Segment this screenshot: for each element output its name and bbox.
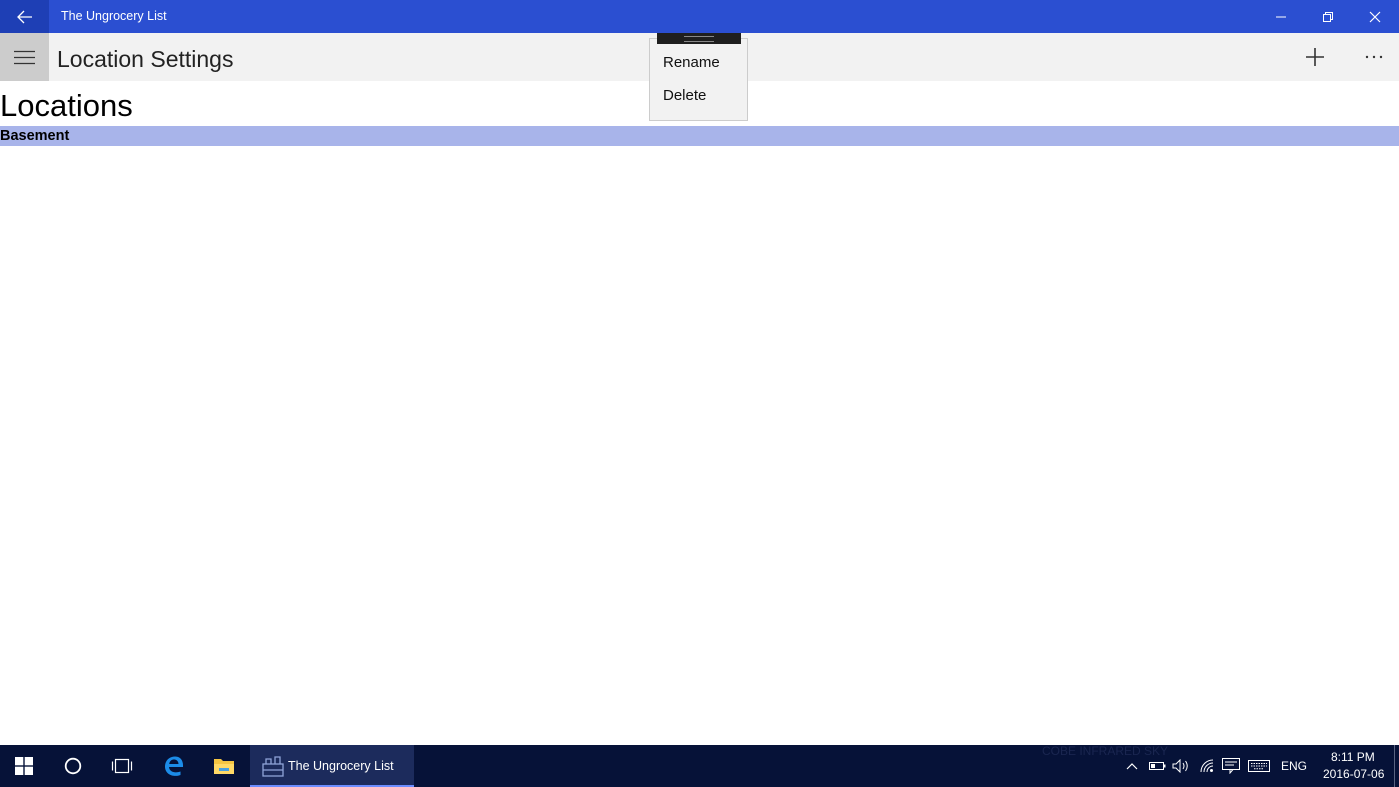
minimize-icon bbox=[1275, 16, 1286, 17]
context-menu-drag-handle[interactable] bbox=[657, 33, 741, 44]
volume-tray-button[interactable] bbox=[1172, 757, 1190, 775]
context-menu: Rename Delete bbox=[649, 38, 748, 121]
action-center-icon bbox=[1222, 758, 1240, 774]
add-button[interactable] bbox=[1291, 33, 1339, 81]
location-list-item[interactable]: Basement bbox=[0, 126, 1399, 146]
grip-icon bbox=[684, 36, 714, 42]
close-button[interactable] bbox=[1351, 0, 1398, 33]
taskbar-app-label: The Ungrocery List bbox=[288, 759, 394, 773]
windows-logo-icon bbox=[15, 757, 33, 775]
locations-heading: Locations bbox=[0, 88, 133, 123]
edge-browser-button[interactable] bbox=[150, 745, 198, 787]
more-ellipsis-icon bbox=[1365, 55, 1383, 59]
show-desktop-button[interactable] bbox=[1394, 745, 1395, 787]
touch-keyboard-button[interactable] bbox=[1247, 757, 1271, 775]
battery-icon bbox=[1148, 762, 1165, 770]
ungrocery-list-app-icon bbox=[262, 756, 284, 777]
edge-icon bbox=[165, 756, 184, 776]
action-center-tray-button[interactable] bbox=[1221, 757, 1241, 775]
desktop-watermark: COBE INFRARED SKY bbox=[1042, 744, 1169, 758]
folder-icon bbox=[214, 759, 234, 774]
start-button[interactable] bbox=[0, 745, 48, 787]
restore-icon bbox=[1322, 11, 1333, 22]
clock-date[interactable]: 2016-07-06 bbox=[1323, 767, 1384, 781]
cortana-button[interactable] bbox=[49, 745, 97, 787]
taskbar-app-ungrocery-list[interactable]: The Ungrocery List bbox=[250, 745, 414, 787]
location-label: Basement bbox=[0, 128, 70, 144]
minimize-button[interactable] bbox=[1257, 0, 1304, 33]
keyboard-icon bbox=[1248, 760, 1270, 772]
close-icon bbox=[1369, 11, 1380, 22]
rename-menu-item[interactable]: Rename bbox=[663, 54, 720, 71]
more-button[interactable] bbox=[1350, 33, 1398, 81]
network-tray-button[interactable] bbox=[1198, 757, 1216, 775]
page-title: Location Settings bbox=[57, 46, 234, 72]
plus-icon bbox=[1306, 48, 1324, 66]
file-explorer-button[interactable] bbox=[200, 745, 248, 787]
input-language-indicator[interactable]: ENG bbox=[1281, 759, 1307, 773]
wifi-icon bbox=[1200, 759, 1214, 773]
battery-tray-button[interactable] bbox=[1148, 757, 1166, 775]
chevron-up-icon bbox=[1126, 763, 1138, 770]
clock-time[interactable]: 8:11 PM bbox=[1331, 750, 1375, 764]
title-bar: The Ungrocery List bbox=[0, 0, 1399, 33]
taskbar: The Ungrocery List COBE INFRARED SKY ENG… bbox=[0, 745, 1399, 787]
hamburger-icon bbox=[14, 50, 35, 64]
restore-button[interactable] bbox=[1304, 0, 1351, 33]
delete-menu-item[interactable]: Delete bbox=[663, 87, 706, 104]
speaker-icon bbox=[1172, 759, 1188, 773]
task-view-button[interactable] bbox=[98, 745, 146, 787]
hamburger-menu-button[interactable] bbox=[0, 33, 49, 81]
cortana-circle-icon bbox=[64, 757, 82, 775]
task-view-icon bbox=[111, 758, 133, 774]
back-arrow-icon bbox=[16, 10, 32, 23]
show-hidden-icons-button[interactable] bbox=[1124, 757, 1140, 775]
back-button[interactable] bbox=[0, 0, 49, 33]
app-title: The Ungrocery List bbox=[61, 9, 167, 23]
